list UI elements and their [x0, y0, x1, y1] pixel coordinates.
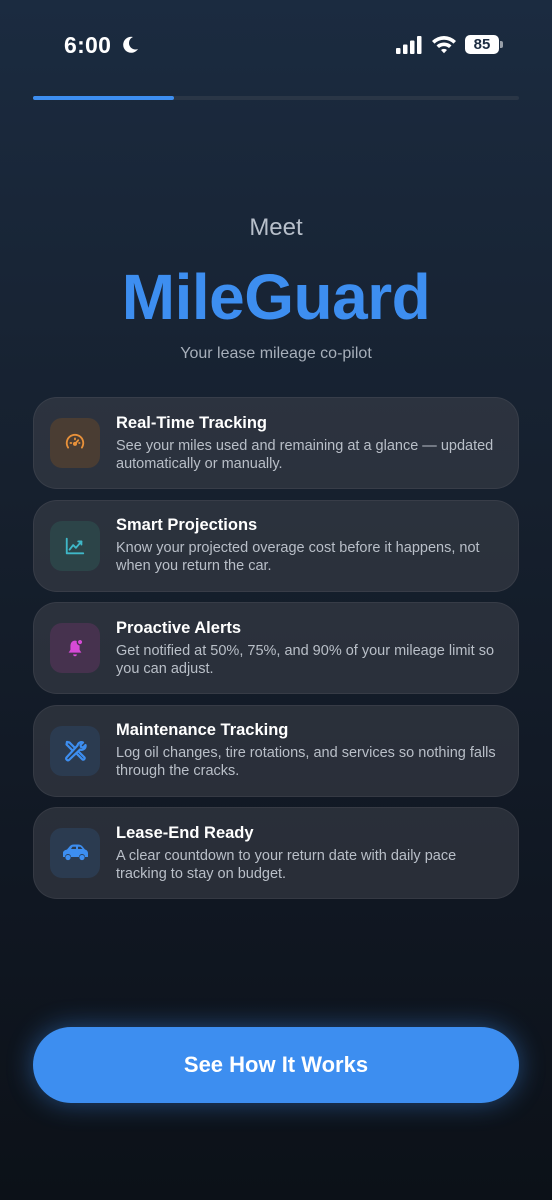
feature-title: Real-Time Tracking	[116, 413, 268, 432]
wifi-icon	[432, 36, 456, 54]
status-bar: 6:00 85	[0, 0, 552, 90]
feature-icon-box	[50, 418, 100, 468]
moon-icon	[123, 36, 138, 53]
battery-tip	[500, 41, 503, 48]
feature-text: Proactive Alerts Get notified at 50%, 75…	[116, 619, 496, 678]
signal-icon	[396, 36, 422, 54]
speedometer-icon	[65, 433, 85, 449]
status-time: 6:00	[64, 32, 112, 58]
feature-card-proactive-alerts: Proactive Alerts Get notified at 50%, 75…	[33, 602, 519, 694]
app-name-title: MileGuard	[121, 261, 431, 333]
feature-text: Real-Time Tracking See your miles used a…	[116, 414, 496, 473]
feature-title: Maintenance Tracking	[116, 721, 289, 739]
bell-icon	[68, 638, 84, 657]
car-icon	[63, 844, 88, 861]
feature-icon-box	[50, 828, 100, 878]
feature-list: Real-Time Tracking See your miles used a…	[33, 397, 519, 910]
progress-fill	[33, 96, 174, 100]
feature-text: Maintenance Tracking Log oil changes, ti…	[116, 721, 496, 780]
see-how-it-works-button[interactable]: See How It Works	[33, 1027, 519, 1103]
feature-description: Log oil changes, tire rotations, and ser…	[116, 745, 496, 779]
feature-icon-box	[50, 520, 100, 571]
feature-description: A clear countdown to your return date wi…	[116, 847, 457, 882]
trend-chart-icon	[65, 537, 85, 554]
feature-description: See your miles used and remaining at a g…	[116, 437, 494, 472]
battery-level: 85	[473, 36, 491, 53]
feature-title: Lease-End Ready	[116, 823, 254, 842]
feature-title: Proactive Alerts	[116, 618, 242, 637]
feature-card-maintenance-tracking: Maintenance Tracking Log oil changes, ti…	[33, 704, 519, 797]
feature-description: Get notified at 50%, 75%, and 90% of you…	[116, 642, 495, 677]
feature-text: Smart Projections Know your projected ov…	[116, 516, 496, 575]
tagline: Your lease mileage co-pilot	[180, 345, 372, 362]
onboarding-progress-bar	[33, 96, 519, 100]
feature-title: Smart Projections	[116, 516, 258, 534]
battery-icon: 85	[465, 35, 499, 54]
feature-icon-box	[50, 725, 100, 776]
feature-card-smart-projections: Smart Projections Know your projected ov…	[33, 499, 519, 592]
feature-card-real-time-tracking: Real-Time Tracking See your miles used a…	[33, 397, 519, 489]
feature-text: Lease-End Ready A clear countdown to you…	[116, 824, 496, 883]
meet-label: Meet	[249, 214, 303, 241]
feature-icon-box	[50, 623, 100, 673]
wrench-screwdriver-icon	[65, 740, 87, 761]
feature-description: Know your projected overage cost before …	[116, 540, 480, 574]
feature-card-lease-end-ready: Lease-End Ready A clear countdown to you…	[33, 807, 519, 899]
